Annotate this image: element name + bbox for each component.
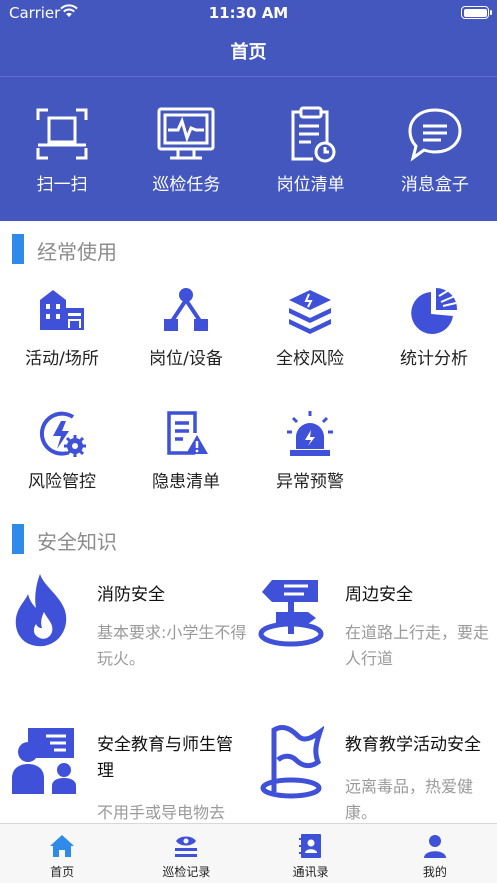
risk-control-button[interactable]: 风险管控 — [0, 409, 124, 499]
hazard-list-icon — [167, 411, 208, 455]
knowledge-desc: 远离毒品，热爱健康。 — [345, 777, 474, 822]
signpost-icon — [258, 580, 324, 647]
school-risk-label: 全校风险 — [276, 349, 344, 369]
scan-label: 扫一扫 — [36, 175, 88, 195]
nav-divider — [0, 76, 497, 77]
scan-button[interactable]: 扫一扫 — [0, 100, 124, 210]
school-risk-button[interactable]: 全校风险 — [248, 286, 372, 376]
tab-contacts[interactable]: 通讯录 — [249, 824, 373, 883]
risk-control-label: 风险管控 — [28, 472, 96, 492]
teacher-icon — [12, 728, 76, 794]
hazard-list-label: 隐患清单 — [152, 472, 220, 492]
top-actions: 扫一扫 巡检任务 岗位清单 消息盒子 — [0, 100, 497, 210]
tab-inspection-record[interactable]: 巡检记录 — [124, 824, 248, 883]
risk-gear-icon — [39, 411, 86, 457]
section-title: 经常使用 — [37, 240, 117, 264]
post-device-label: 岗位/设备 — [149, 349, 223, 369]
knowledge-card-surroundings[interactable]: 周边安全 在道路上行走，要走人行道 — [248, 572, 493, 702]
abnormal-warning-label: 异常预警 — [276, 472, 344, 492]
status-bar: Carrier 11:30 AM — [0, 0, 497, 26]
scan-icon — [36, 108, 88, 160]
knowledge-card-fire[interactable]: 消防安全 基本要求:小学生不得玩火。 — [0, 572, 247, 702]
statistics-button[interactable]: 统计分析 — [372, 286, 496, 376]
activity-venue-label: 活动/场所 — [25, 349, 99, 369]
person-icon — [423, 835, 446, 858]
frequent-section-header: 经常使用 — [0, 232, 497, 266]
post-device-button[interactable]: 岗位/设备 — [124, 286, 248, 376]
section-title: 安全知识 — [37, 530, 117, 554]
clipboard-icon — [291, 106, 336, 163]
knowledge-desc: 基本要求:小学生不得玩火。 — [97, 623, 247, 668]
statistics-label: 统计分析 — [400, 349, 468, 369]
inspection-task-button[interactable]: 巡检任务 — [124, 100, 248, 210]
abnormal-warning-button[interactable]: 异常预警 — [248, 409, 372, 499]
tab-mine[interactable]: 我的 — [373, 824, 497, 883]
tab-label: 巡检记录 — [162, 865, 211, 879]
inspection-record-icon — [175, 836, 198, 857]
tab-label: 首页 — [50, 865, 75, 879]
layers-icon — [289, 290, 331, 334]
home-icon — [50, 835, 75, 857]
tab-bar: 首页 巡检记录 通讯录 我的 — [0, 823, 497, 883]
tab-home[interactable]: 首页 — [0, 824, 124, 883]
tab-label: 我的 — [422, 865, 447, 879]
status-time: 11:30 AM — [208, 4, 289, 22]
knowledge-title: 周边安全 — [345, 585, 413, 605]
post-list-label: 岗位清单 — [276, 175, 345, 195]
knowledge-section-header: 安全知识 — [0, 522, 497, 556]
knowledge-title: 教育教学活动安全 — [345, 735, 481, 755]
page-title: 首页 — [230, 42, 267, 63]
knowledge-desc: 在道路上行走，要走人行道 — [345, 623, 490, 668]
alarm-icon — [287, 411, 333, 456]
building-icon — [40, 290, 84, 330]
message-box-label: 消息盒子 — [400, 175, 469, 195]
tab-label: 通讯录 — [292, 865, 329, 879]
section-accent-bar — [12, 234, 24, 264]
monitor-icon — [157, 107, 215, 160]
activity-venue-button[interactable]: 活动/场所 — [0, 286, 124, 376]
section-accent-bar — [12, 524, 24, 554]
inspection-task-label: 巡检任务 — [152, 175, 221, 195]
network-icon — [164, 288, 208, 331]
fire-icon — [15, 574, 67, 647]
message-icon — [408, 108, 462, 162]
post-list-button[interactable]: 岗位清单 — [249, 100, 373, 210]
hazard-list-button[interactable]: 隐患清单 — [124, 409, 248, 499]
pie-chart-icon — [411, 288, 458, 334]
battery-icon — [461, 6, 492, 19]
flag-icon — [260, 725, 324, 799]
contacts-icon — [298, 834, 321, 858]
header: Carrier 11:30 AM 首页 扫一扫 巡检任务 岗位清单 消息盒子 — [0, 0, 497, 221]
message-box-button[interactable]: 消息盒子 — [373, 100, 497, 210]
knowledge-title: 安全教育与师生管理 — [97, 735, 233, 781]
knowledge-title: 消防安全 — [97, 585, 165, 605]
